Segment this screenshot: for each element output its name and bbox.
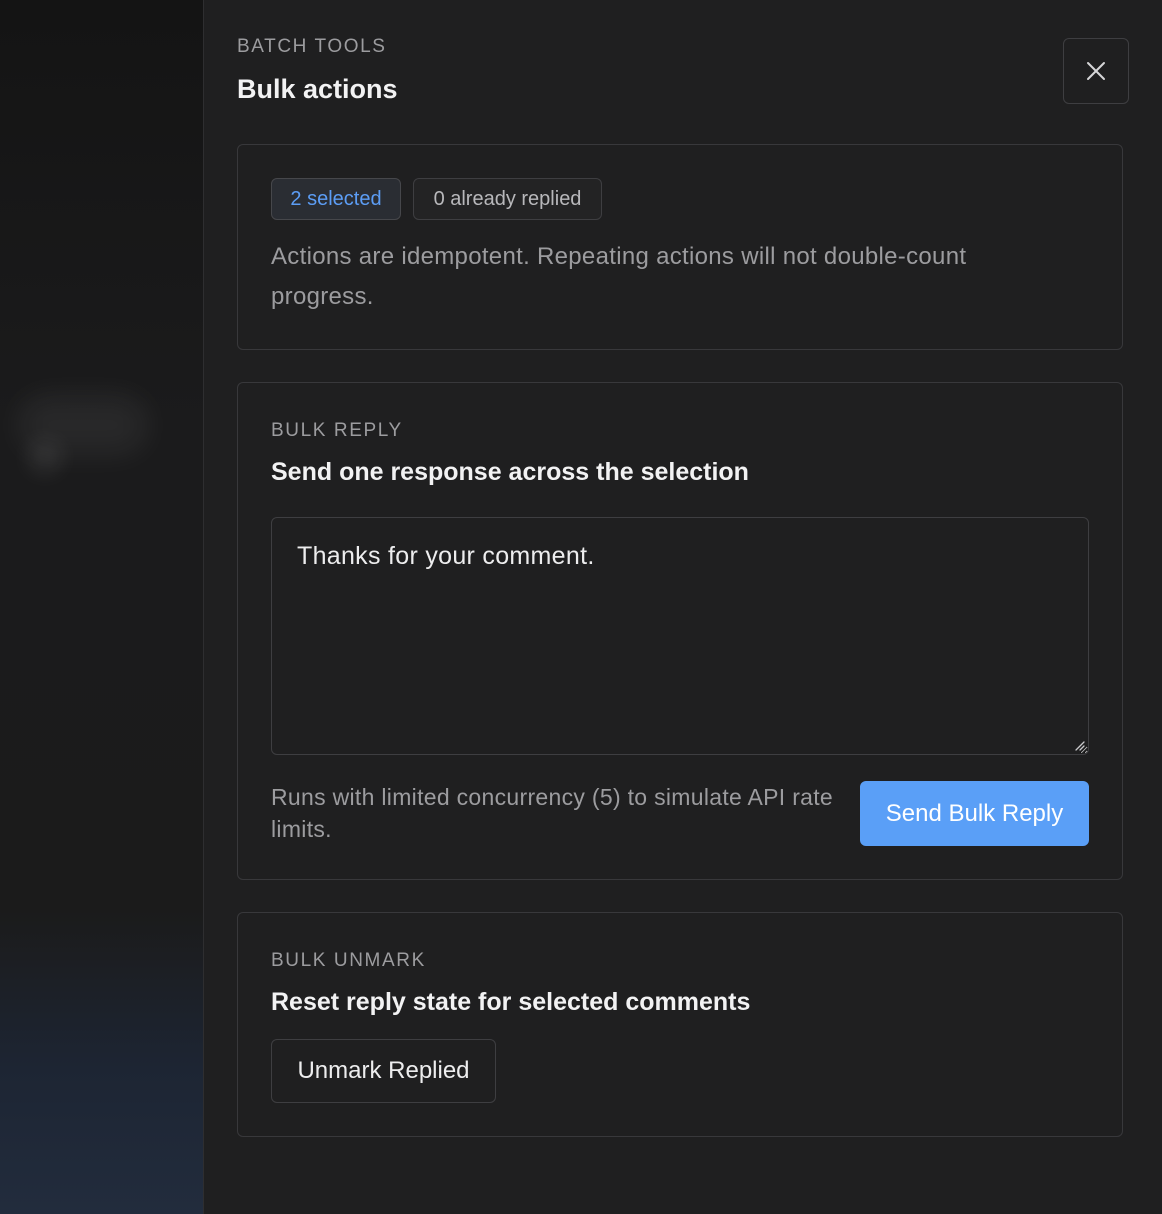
resize-grip-icon[interactable] xyxy=(1073,739,1085,751)
selection-summary-card: 2 selected 0 already replied Actions are… xyxy=(237,144,1123,350)
drawer-title: Bulk actions xyxy=(237,74,398,104)
bulk-reply-card: BULK REPLY Send one response across the … xyxy=(237,382,1123,880)
close-icon xyxy=(1087,62,1105,80)
close-button[interactable] xyxy=(1063,38,1129,104)
already-replied-badge: 0 already replied xyxy=(413,178,602,220)
bulk-unmark-card: BULK UNMARK Reset reply state for select… xyxy=(237,912,1123,1137)
concurrency-hint: Runs with limited concurrency (5) to sim… xyxy=(271,784,834,842)
bulk-unmark-eyebrow: BULK UNMARK xyxy=(271,950,426,971)
blurred-background-avatar xyxy=(28,440,62,474)
page-backdrop xyxy=(0,0,203,1214)
unmark-replied-button[interactable]: Unmark Replied xyxy=(271,1039,496,1103)
bulk-unmark-title: Reset reply state for selected comments xyxy=(271,988,751,1016)
drawer-eyebrow: BATCH TOOLS xyxy=(237,36,387,57)
bulk-reply-textarea[interactable]: Thanks for your comment. xyxy=(271,517,1089,755)
send-bulk-reply-button[interactable]: Send Bulk Reply xyxy=(860,781,1089,846)
bulk-reply-eyebrow: BULK REPLY xyxy=(271,420,403,441)
idempotency-note: Actions are idempotent. Repeating action… xyxy=(271,243,967,310)
bulk-reply-title: Send one response across the selection xyxy=(271,458,749,486)
selected-count-badge: 2 selected xyxy=(271,178,401,220)
bulk-actions-drawer: BATCH TOOLS Bulk actions 2 selected 0 al… xyxy=(203,0,1162,1214)
